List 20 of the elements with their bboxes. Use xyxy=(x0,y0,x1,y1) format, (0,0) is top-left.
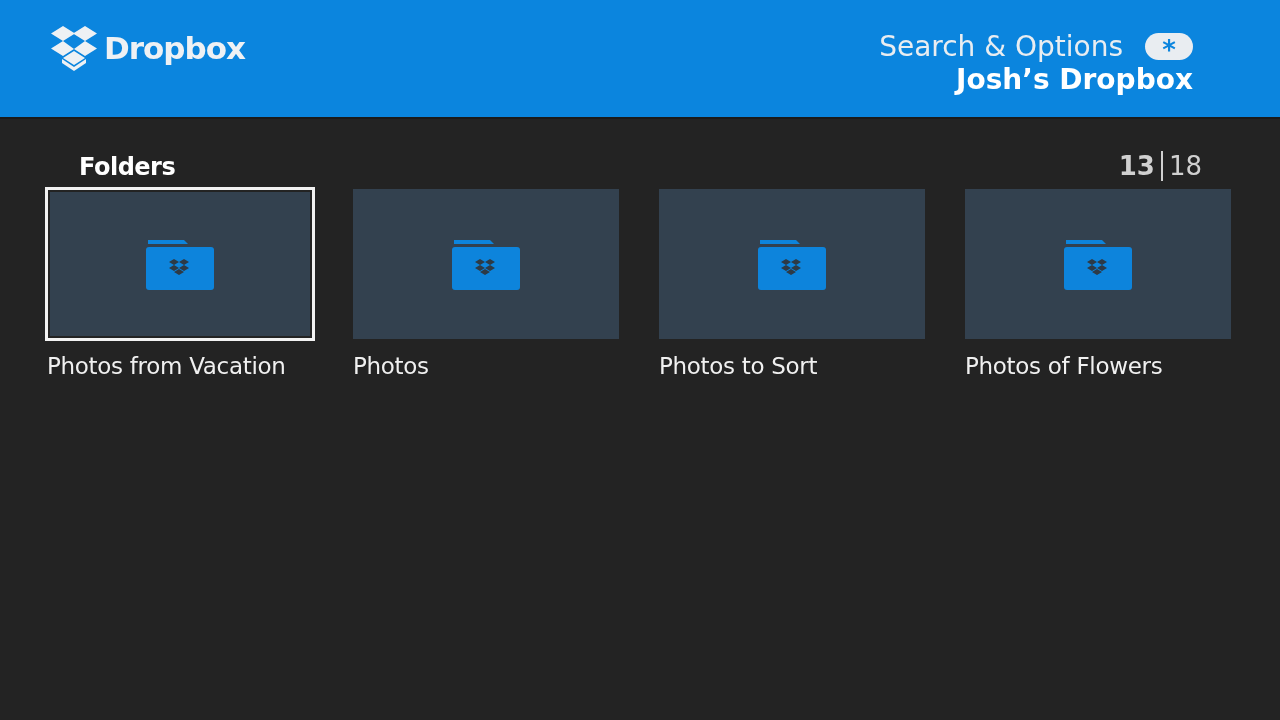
key-hint[interactable]: * xyxy=(1145,32,1193,60)
folder-icon xyxy=(1064,238,1132,290)
search-options-label: Search & Options xyxy=(879,29,1123,63)
folder-name: Photos to Sort xyxy=(659,353,819,379)
folder-icon xyxy=(146,238,214,290)
account-name: Josh’s Dropbox xyxy=(956,62,1193,96)
folder-tile[interactable] xyxy=(353,189,619,339)
folder-tile[interactable] xyxy=(659,189,925,339)
item-position: 13 xyxy=(1118,151,1155,181)
folder-name: Photos xyxy=(353,353,430,379)
section-title: Folders xyxy=(79,153,176,181)
folder-tile[interactable] xyxy=(965,189,1231,339)
folder-icon xyxy=(758,238,826,290)
logo-icon xyxy=(50,24,98,71)
logo-text: Dropbox xyxy=(104,29,245,66)
item-total: 18 xyxy=(1168,151,1202,181)
folder-name: Photos from Vacation xyxy=(47,353,287,379)
folder-name: Photos of Flowers xyxy=(965,353,1164,379)
folder-tile[interactable] xyxy=(45,187,315,341)
folder-icon xyxy=(452,238,520,290)
